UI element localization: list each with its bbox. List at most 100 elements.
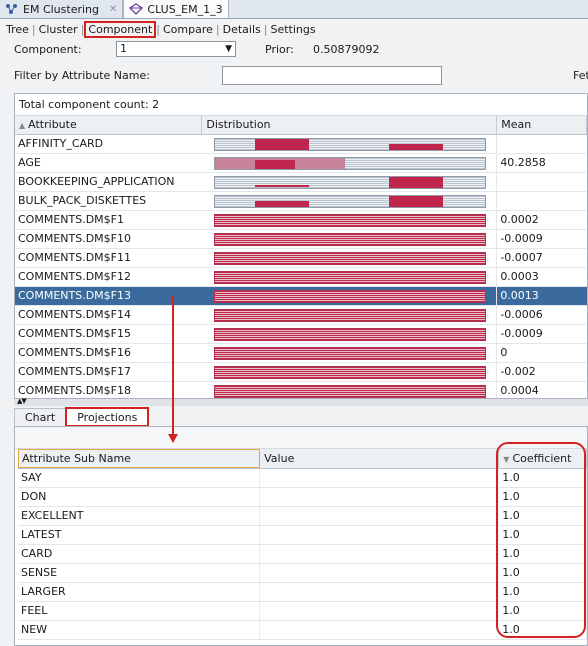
projections-toolbar xyxy=(15,427,587,449)
component-count: Total component count: 2 xyxy=(15,94,587,116)
header-label: Attribute xyxy=(28,118,77,131)
distribution-bar xyxy=(214,195,487,208)
table-row[interactable]: SENSE 1.0 xyxy=(18,564,587,583)
annotation-arrowhead xyxy=(168,434,178,443)
column-header-value[interactable]: Value xyxy=(260,449,500,468)
chevron-down-icon: ▼ xyxy=(225,44,232,54)
tab-details[interactable]: Details xyxy=(221,23,263,36)
table-row[interactable]: COMMENTS.DM$F18 0.0004 xyxy=(15,382,587,398)
filter-input[interactable] xyxy=(222,66,442,85)
table-row[interactable]: COMMENTS.DM$F14 -0.0006 xyxy=(15,306,587,325)
coefficient-cell: 1.0 xyxy=(499,602,587,620)
model-icon xyxy=(129,3,144,15)
attribute-name: COMMENTS.DM$F10 xyxy=(18,232,131,245)
value-cell xyxy=(260,507,500,525)
table-row[interactable]: COMMENTS.DM$F10 -0.0009 xyxy=(15,230,587,249)
distribution-cell xyxy=(202,287,498,305)
table-header: ▲ Attribute Distribution Mean xyxy=(15,116,587,135)
sub-name: SAY xyxy=(18,469,261,487)
close-icon[interactable]: ✕ xyxy=(109,4,117,15)
mean-value: -0.0009 xyxy=(500,327,543,340)
distribution-bar xyxy=(214,290,487,303)
sub-name: SENSE xyxy=(18,564,261,582)
sub-name: DON xyxy=(18,488,261,506)
table-row[interactable]: NEW 1.0 xyxy=(18,621,587,640)
attribute-name: COMMENTS.DM$F18 xyxy=(18,384,131,397)
attribute-name: COMMENTS.DM$F15 xyxy=(18,327,131,340)
table-row[interactable]: BULK_PACK_DISKETTES xyxy=(15,192,587,211)
table-row[interactable]: AFFINITY_CARD xyxy=(15,135,587,154)
projections-header: Attribute Sub Name Value ▼ Coefficient xyxy=(18,449,587,469)
attribute-name: COMMENTS.DM$F11 xyxy=(18,251,131,264)
clustering-icon xyxy=(6,4,17,14)
sub-name: LATEST xyxy=(18,526,261,544)
table-row[interactable]: FEEL 1.0 xyxy=(18,602,587,621)
tab-em-clustering[interactable]: EM Clustering ✕ xyxy=(0,0,124,18)
distribution-bar xyxy=(214,309,487,322)
coefficient-cell: 1.0 xyxy=(499,488,587,506)
distribution-bar xyxy=(214,138,487,151)
annotation-arrow xyxy=(172,296,174,436)
coefficient-cell: 1.0 xyxy=(499,526,587,544)
attribute-name: AFFINITY_CARD xyxy=(18,137,104,150)
table-row[interactable]: COMMENTS.DM$F12 0.0003 xyxy=(15,268,587,287)
split-arrows-icon[interactable]: ▲▼ xyxy=(17,397,27,405)
tab-settings[interactable]: Settings xyxy=(268,23,317,36)
tab-compare[interactable]: Compare xyxy=(161,23,215,36)
prior-value: 0.50879092 xyxy=(313,43,380,56)
fetch-button[interactable]: Fet xyxy=(573,69,588,82)
bar-segment xyxy=(389,144,444,150)
distribution-bar xyxy=(214,347,487,360)
editor-tab-bar: EM Clustering ✕ CLUS_EM_1_3 xyxy=(0,0,588,19)
attribute-name: COMMENTS.DM$F13 xyxy=(18,289,131,302)
table-row-selected[interactable]: COMMENTS.DM$F13 0.0013 xyxy=(15,287,587,306)
sub-name: FEEL xyxy=(18,602,261,620)
table-row[interactable]: COMMENTS.DM$F1 0.0002 xyxy=(15,211,587,230)
table-row[interactable]: AGE 40.2858 xyxy=(15,154,587,173)
sort-ascending-icon: ▲ xyxy=(19,121,26,130)
table-row[interactable]: CARD 1.0 xyxy=(18,545,587,564)
table-row[interactable]: DON 1.0 xyxy=(18,488,587,507)
distribution-cell xyxy=(202,249,498,267)
tab-clus-em[interactable]: CLUS_EM_1_3 xyxy=(123,0,229,18)
tab-component[interactable]: Component xyxy=(84,21,157,38)
tab-tree[interactable]: Tree xyxy=(4,23,31,36)
bar-segment xyxy=(255,139,310,150)
table-row[interactable]: COMMENTS.DM$F16 0 xyxy=(15,344,587,363)
table-row[interactable]: COMMENTS.DM$F17 -0.002 xyxy=(15,363,587,382)
attribute-name: COMMENTS.DM$F17 xyxy=(18,365,131,378)
bar-segment xyxy=(389,196,444,207)
table-row[interactable]: SAY 1.0 xyxy=(18,469,587,488)
mean-value: 0.0002 xyxy=(500,213,539,226)
column-header-mean[interactable]: Mean xyxy=(497,116,587,134)
distribution-cell xyxy=(202,268,498,286)
coefficient-cell: 1.0 xyxy=(499,469,587,487)
component-value: 1 xyxy=(120,42,127,55)
filter-label: Filter by Attribute Name: xyxy=(14,69,150,82)
table-row[interactable]: COMMENTS.DM$F11 -0.0007 xyxy=(15,249,587,268)
column-header-attribute[interactable]: ▲ Attribute xyxy=(15,116,203,134)
mean-value xyxy=(497,135,587,153)
distribution-bar xyxy=(214,252,487,265)
table-row[interactable]: LATEST 1.0 xyxy=(18,526,587,545)
attribute-name: BULK_PACK_DISKETTES xyxy=(18,194,147,207)
column-header-coefficient[interactable]: ▼ Coefficient xyxy=(499,449,587,468)
panel-splitter[interactable] xyxy=(14,399,588,406)
tab-cluster[interactable]: Cluster xyxy=(37,23,80,36)
table-row[interactable]: BOOKKEEPING_APPLICATION xyxy=(15,173,587,192)
tab-chart[interactable]: Chart xyxy=(14,408,67,426)
coefficient-cell: 1.0 xyxy=(499,583,587,601)
distribution-cell xyxy=(202,344,498,362)
column-header-distribution[interactable]: Distribution xyxy=(202,116,498,134)
table-row[interactable]: LARGER 1.0 xyxy=(18,583,587,602)
component-select[interactable]: 1 ▼ xyxy=(116,41,236,57)
table-row[interactable]: COMMENTS.DM$F15 -0.0009 xyxy=(15,325,587,344)
column-header-attribute-sub-name[interactable]: Attribute Sub Name xyxy=(18,449,261,468)
distribution-bar xyxy=(214,366,487,379)
attribute-name: COMMENTS.DM$F14 xyxy=(18,308,131,321)
distribution-cell xyxy=(202,306,498,324)
tab-projections[interactable]: Projections xyxy=(65,407,150,427)
table-row[interactable]: EXCELLENT 1.0 xyxy=(18,507,587,526)
value-cell xyxy=(260,602,500,620)
attribute-name: BOOKKEEPING_APPLICATION xyxy=(18,175,175,188)
